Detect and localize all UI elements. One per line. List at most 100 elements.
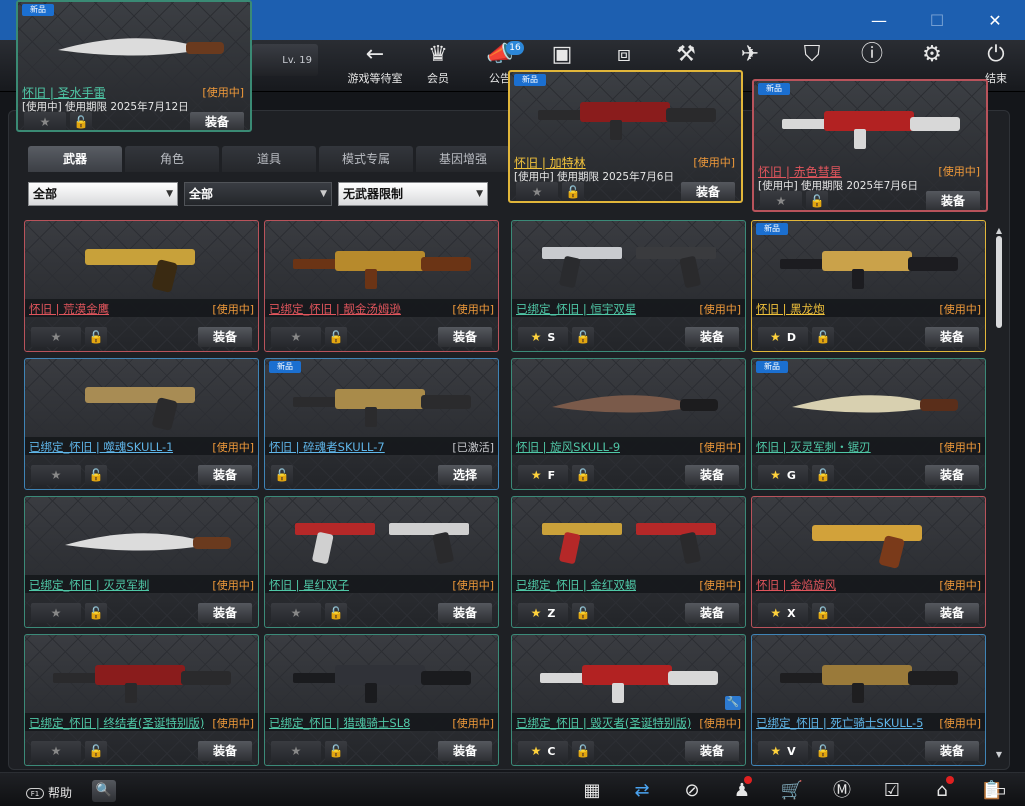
scroll-down-icon[interactable]: ▼ [994,750,1004,759]
item-name-link[interactable]: 怀旧 | 灭灵军刺・锯刃 [756,439,871,455]
item-name-link[interactable]: 已绑定_怀旧 | 灭灵军刺 [29,577,149,593]
tab-0[interactable]: 武器 [28,146,122,172]
favorite-star-button[interactable]: ★ [31,327,81,347]
scroll-up-icon[interactable]: ▲ [994,226,1004,235]
equip-button[interactable]: 装备 [198,603,252,623]
tab-1[interactable]: 角色 [125,146,219,172]
item-card[interactable]: 已绑定_怀旧 | 死亡骑士SKULL-5 [使用中] ★ V 🔓 装备 [751,634,986,766]
equip-button[interactable]: 装备 [685,327,739,347]
item-scrollbar[interactable]: ▲ ▼ [994,226,1004,760]
favorite-star-button[interactable]: ★ G [758,465,808,485]
item-card[interactable]: 已绑定_怀旧 | 金红双蝎 [使用中] ★ Z 🔓 装备 [511,496,746,628]
help-button[interactable]: F1 帮助 [26,784,72,801]
favorite-star-button[interactable]: ★ [271,603,321,623]
battery-icon[interactable]: ▭ [984,778,1012,804]
equip-button[interactable]: 装备 [198,327,252,347]
item-name-link[interactable]: 已绑定_怀旧 | 恒宇双星 [516,301,636,317]
select-button[interactable]: 选择 [438,465,492,485]
lock-icon[interactable]: 🔓 [85,327,107,347]
mall-icon[interactable]: Ⓜ [828,778,856,804]
category-select[interactable]: 全部 ▼ [28,182,178,206]
item-card[interactable]: 怀旧 | 金焰旋风 [使用中] ★ X 🔓 装备 [751,496,986,628]
favorite-star-button[interactable]: ★ [24,112,66,130]
favorite-star-button[interactable]: ★ [271,741,321,761]
item-name-link[interactable]: 已绑定_怀旧 | 金红双蝎 [516,577,636,593]
close-button[interactable]: ✕ [972,0,1018,40]
item-card[interactable]: 已绑定_怀旧 | 终结者(圣诞特别版) [使用中] ★ 🔓 装备 [24,634,259,766]
lock-icon[interactable]: 🔓 [70,112,92,130]
lock-icon[interactable]: 🔓 [572,327,594,347]
item-name-link[interactable]: 已绑定_怀旧 | 终结者(圣诞特别版) [29,715,204,731]
favorite-star-button[interactable]: ★ [760,191,802,210]
favorite-star-button[interactable]: ★ [271,327,321,347]
favorite-star-button[interactable]: ★ X [758,603,808,623]
equip-button[interactable]: 装备 [925,741,979,761]
item-name-link[interactable]: 已绑定_怀旧 | 靓金汤姆逊 [269,301,401,317]
lock-icon[interactable]: 🔓 [325,741,347,761]
lock-icon[interactable]: 🔓 [812,741,834,761]
favorite-star-button[interactable]: ★ [516,182,558,201]
item-card[interactable]: 新品 怀旧 | 灭灵军刺・锯刃 [使用中] ★ G 🔓 装备 [751,358,986,490]
item-name-link[interactable]: 已绑定_怀旧 | 死亡骑士SKULL-5 [756,715,923,731]
tab-3[interactable]: 模式专属 [319,146,413,172]
tab-2[interactable]: 道具 [222,146,316,172]
equip-button[interactable]: 装备 [190,112,244,130]
item-name-link[interactable]: 已绑定_怀旧 | 猎魂骑士SL8 [269,715,410,731]
calendar-icon[interactable]: ▦ [578,778,606,804]
swap-icon[interactable]: ⇄ [628,778,656,804]
lock-icon[interactable]: 🔓 [325,327,347,347]
favorite-star-button[interactable]: ★ V [758,741,808,761]
type-select[interactable]: 全部 ▼ [184,182,332,206]
scroll-thumb[interactable] [996,236,1002,328]
item-card[interactable]: 新品 怀旧 | 碎魂者SKULL-7 [已激活] 🔓 选择 [264,358,499,490]
item-card[interactable]: 已绑定_怀旧 | 猎魂骑士SL8 [使用中] ★ 🔓 装备 [264,634,499,766]
favorite-star-button[interactable]: ★ S [518,327,568,347]
search-button[interactable]: 🔍 [92,780,116,802]
restriction-select[interactable]: 无武器限制 ▼ [338,182,488,206]
lock-icon[interactable]: 🔓 [271,465,293,485]
lock-icon[interactable]: 🔓 [325,603,347,623]
item-name-link[interactable]: 已绑定_怀旧 | 毁灭者(圣诞特别版) [516,715,691,731]
item-card[interactable]: 已绑定_怀旧 | 靓金汤姆逊 [使用中] ★ 🔓 装备 [264,220,499,352]
lock-icon[interactable]: 🔓 [85,603,107,623]
lock-icon[interactable]: 🔓 [812,465,834,485]
lock-icon[interactable]: 🔓 [806,191,828,210]
item-name-link[interactable]: 已绑定_怀旧 | 噬魂SKULL-1 [29,439,173,455]
lock-icon[interactable]: 🔓 [85,465,107,485]
lock-icon[interactable]: 🔓 [85,741,107,761]
equip-button[interactable]: 装备 [685,603,739,623]
lock-icon[interactable]: 🔓 [572,465,594,485]
maximize-button[interactable]: ☐ [914,0,960,40]
equip-button[interactable]: 装备 [925,465,979,485]
cart-icon[interactable]: 🛒 [778,778,806,804]
equip-button[interactable]: 装备 [685,741,739,761]
nav-back-arrow-button[interactable]: ← 游戏等待室 [342,42,408,90]
item-name-link[interactable]: 怀旧 | 荒漠金鹰 [29,301,109,317]
lock-icon[interactable]: 🔓 [572,741,594,761]
item-card[interactable]: 已绑定_怀旧 | 毁灭者(圣诞特别版) [使用中] ★ C 🔓 装备 🔧 [511,634,746,766]
equip-button[interactable]: 装备 [438,603,492,623]
runner-icon[interactable]: ♟ [728,778,756,804]
equip-button[interactable]: 装备 [925,327,979,347]
lock-icon[interactable]: 🔓 [562,182,584,201]
equip-button[interactable]: 装备 [685,465,739,485]
equip-button[interactable]: 装备 [438,327,492,347]
nav-crown-button[interactable]: ♛ 会员 [416,42,460,90]
item-card[interactable]: 怀旧 | 星红双子 [使用中] ★ 🔓 装备 [264,496,499,628]
equip-button[interactable]: 装备 [198,741,252,761]
equip-button[interactable]: 装备 [926,191,980,210]
item-name-link[interactable]: 怀旧 | 黑龙炮 [756,301,825,317]
item-name-link[interactable]: 怀旧 | 旋风SKULL-9 [516,439,620,455]
favorite-star-button[interactable]: ★ D [758,327,808,347]
wrench-icon[interactable]: 🔧 [725,696,741,710]
favorite-star-button[interactable]: ★ Z [518,603,568,623]
item-name-link[interactable]: 怀旧 | 碎魂者SKULL-7 [269,439,385,455]
item-name-link[interactable]: 怀旧 | 星红双子 [269,577,349,593]
favorite-star-button[interactable]: ★ [31,465,81,485]
tab-4[interactable]: 基因增强 [416,146,510,172]
item-card[interactable]: 怀旧 | 旋风SKULL-9 [使用中] ★ F 🔓 装备 [511,358,746,490]
item-card[interactable]: 新品 怀旧 | 黑龙炮 [使用中] ★ D 🔓 装备 [751,220,986,352]
lock-icon[interactable]: 🔓 [812,327,834,347]
favorite-star-button[interactable]: ★ [31,603,81,623]
equip-button[interactable]: 装备 [438,741,492,761]
